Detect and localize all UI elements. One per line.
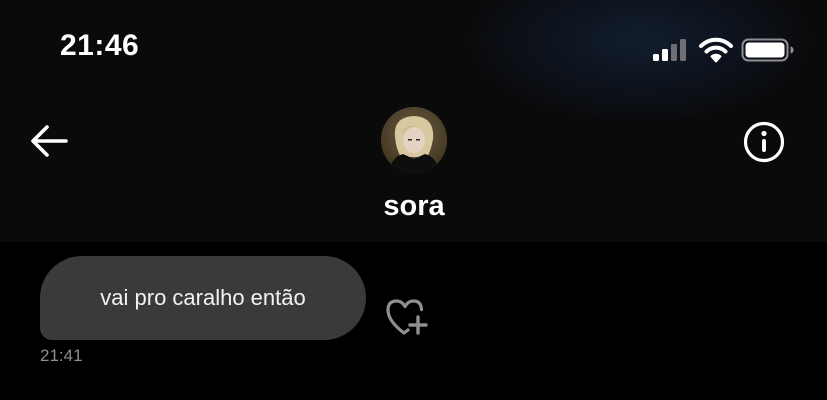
wifi-icon (699, 37, 733, 63)
arrow-left-icon (31, 125, 68, 157)
info-circle-icon (743, 121, 785, 163)
cellular-signal-icon (653, 39, 686, 61)
message-text: vai pro caralho então (100, 285, 306, 310)
contact-avatar[interactable] (381, 107, 447, 173)
message-bubble-incoming[interactable]: vai pro caralho então (40, 256, 366, 340)
add-reaction-heart-icon[interactable] (384, 296, 430, 336)
info-button[interactable] (740, 118, 788, 166)
contact-name[interactable]: sora (314, 190, 514, 223)
battery-icon (741, 38, 794, 62)
chat-screen: 21:46 sora vai pro caralho então 21:41 (0, 0, 827, 400)
message-timestamp: 21:41 (40, 346, 83, 365)
back-button[interactable] (26, 118, 72, 164)
chat-header: 21:46 sora (0, 0, 827, 242)
status-bar-time: 21:46 (60, 29, 140, 62)
profile-photo (381, 107, 447, 173)
